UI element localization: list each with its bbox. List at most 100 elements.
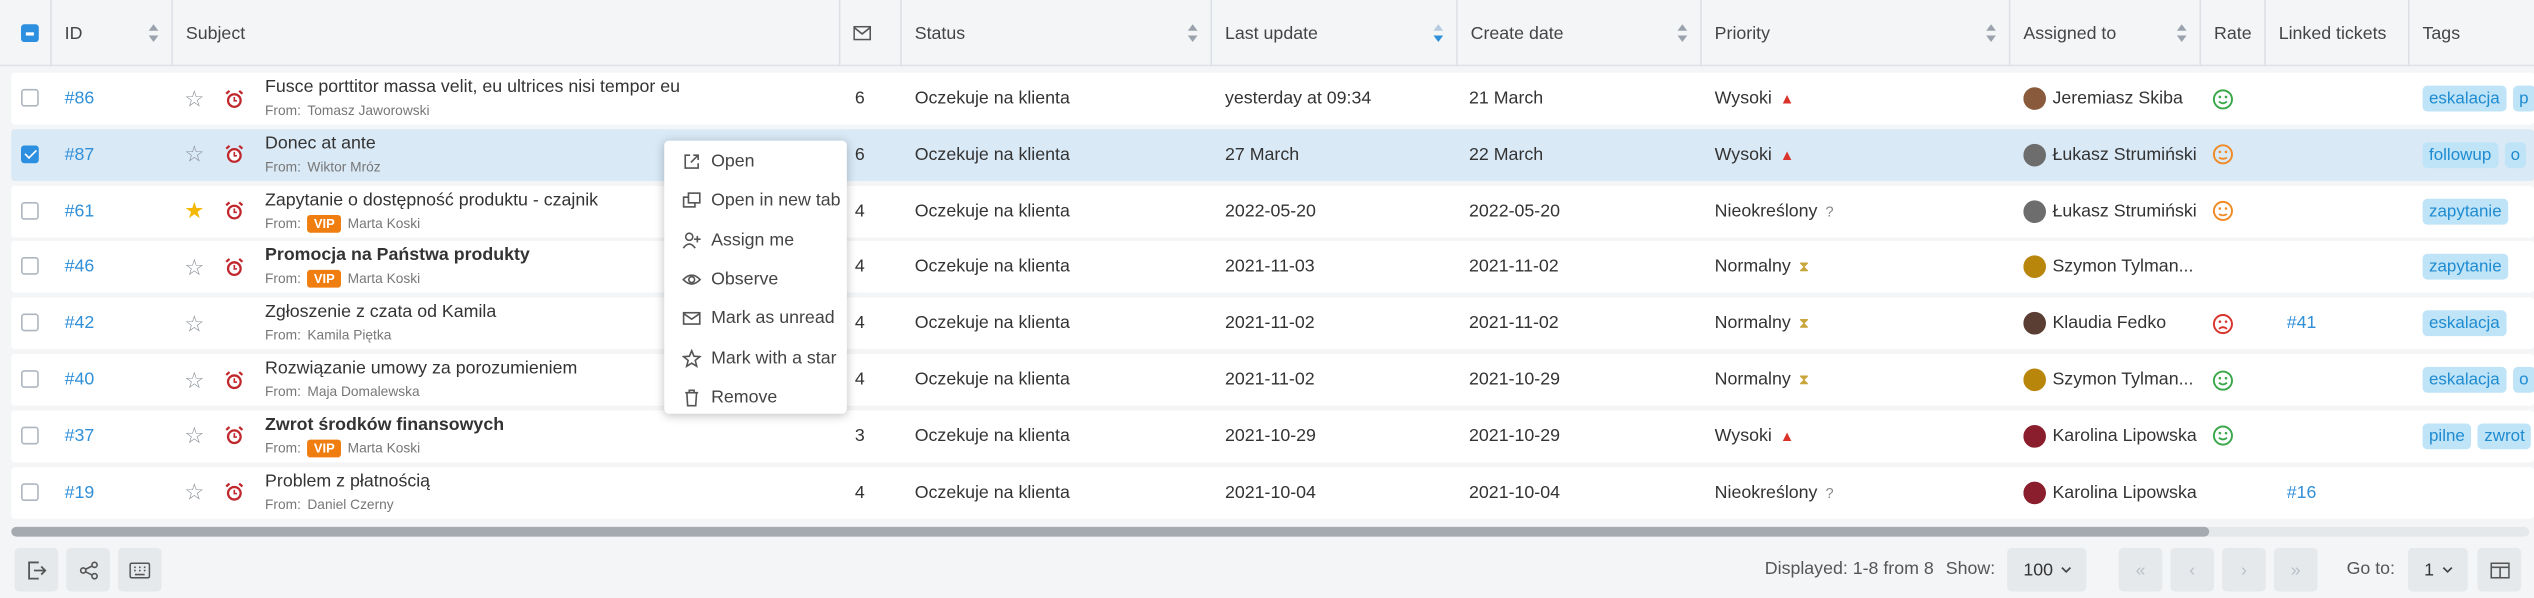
message-count: 4: [854, 370, 865, 390]
ticket-id-link[interactable]: #19: [65, 483, 95, 502]
ticket-id-link[interactable]: #87: [65, 145, 95, 164]
column-rate-label: Rate: [2214, 23, 2252, 43]
column-assigned-to[interactable]: Assigned to: [2010, 0, 2202, 67]
tag-badge[interactable]: o: [2504, 141, 2527, 168]
last-update-cell: 2021-10-04: [1225, 466, 1459, 518]
star-icon[interactable]: ☆: [184, 141, 204, 168]
siren-icon: ▲: [1779, 427, 1795, 445]
ticket-subject[interactable]: Rozwiązanie umowy za porozumieniem: [265, 359, 577, 380]
table-row[interactable]: #42 ☆ Zgłoszenie z czata od Kamila From: Kam…: [11, 297, 2534, 350]
row-checkbox[interactable]: [21, 257, 39, 276]
menu-item-open-in-new-tab[interactable]: Open in new tab: [664, 181, 847, 220]
column-messages[interactable]: [840, 0, 902, 67]
ticket-id-link[interactable]: #46: [65, 258, 95, 277]
linked-ticket-link[interactable]: #41: [2287, 314, 2317, 333]
export-button[interactable]: [14, 547, 59, 592]
table-row[interactable]: #86 ☆ Fusce porttitor massa velit, eu ultr…: [11, 72, 2534, 125]
scrollbar-thumb[interactable]: [11, 526, 2210, 537]
tag-badge[interactable]: followup: [2422, 141, 2498, 168]
tag-badge[interactable]: eskalacja: [2422, 85, 2507, 112]
keyboard-shortcuts-button[interactable]: [117, 547, 162, 592]
subject-cell[interactable]: Fusce porttitor massa velit, eu ultrices…: [265, 73, 847, 125]
prev-page-button[interactable]: ‹: [2170, 547, 2215, 592]
sort-icon: [148, 24, 160, 43]
star-icon[interactable]: ★: [184, 197, 204, 224]
column-rate[interactable]: Rate: [2201, 0, 2266, 67]
star-icon[interactable]: ☆: [184, 310, 204, 337]
row-checkbox[interactable]: [21, 370, 39, 388]
keyboard-icon: [129, 561, 151, 578]
star-icon[interactable]: ☆: [184, 85, 204, 112]
menu-item-assign-me[interactable]: Assign me: [664, 221, 847, 260]
ticket-subject[interactable]: Fusce porttitor massa velit, eu ultrices…: [265, 78, 680, 99]
goto-page-value: 1: [2424, 560, 2435, 580]
tag-badge[interactable]: pilne: [2422, 423, 2472, 449]
ticket-id-link[interactable]: #40: [65, 370, 95, 389]
subject-cell[interactable]: Zwrot środków finansowych From: VIP Marta K…: [265, 410, 847, 462]
star-icon[interactable]: ☆: [184, 479, 204, 506]
table-row[interactable]: #19 ☆ Problem z płatnością From: Daniel Czer…: [11, 466, 2534, 519]
row-checkbox[interactable]: [21, 426, 39, 445]
table-row[interactable]: #87 ☆ Donec at ante From: Wiktor Mróz 6 Oczeku…: [11, 128, 2534, 181]
first-page-button[interactable]: «: [2118, 547, 2163, 592]
ticket-from: From: Maja Domalewska: [265, 383, 420, 401]
tag-badge[interactable]: o: [2512, 366, 2534, 393]
row-checkbox[interactable]: [21, 201, 39, 220]
row-checkbox[interactable]: [21, 482, 39, 501]
linked-ticket-link[interactable]: #16: [2287, 483, 2317, 502]
menu-item-mark-with-a-star[interactable]: Mark with a star: [664, 339, 847, 378]
column-priority[interactable]: Priority: [1702, 0, 2011, 67]
column-last-update[interactable]: Last update: [1212, 0, 1458, 67]
ticket-subject[interactable]: Promocja na Państwa produkty: [265, 246, 530, 267]
column-tags[interactable]: Tags: [2410, 0, 2534, 66]
column-linked[interactable]: Linked tickets: [2266, 0, 2410, 67]
tag-badge[interactable]: zapytanie: [2422, 254, 2509, 281]
ticket-subject[interactable]: Zwrot środków finansowych: [265, 415, 504, 436]
table-row[interactable]: #37 ☆ Zwrot środków finansowych From: VIP Mar…: [11, 410, 2534, 462]
tag-badge[interactable]: eskalacja: [2422, 310, 2507, 337]
avatar: [2023, 480, 2046, 504]
table-row[interactable]: #61 ★ Zapytanie o dostępność produktu - cz…: [11, 185, 2534, 237]
page-size-select[interactable]: 100: [2007, 547, 2087, 592]
column-status[interactable]: Status: [902, 0, 1213, 67]
tag-badge[interactable]: zwrot: [2477, 423, 2532, 449]
tickets-view: ID Subject Status Last update Create dat…: [0, 0, 2534, 598]
next-page-button[interactable]: ›: [2222, 547, 2266, 592]
star-icon[interactable]: ☆: [184, 366, 204, 393]
last-page-button[interactable]: »: [2273, 547, 2318, 592]
alarm-clock-icon: [225, 426, 244, 445]
menu-item-observe[interactable]: Observe: [664, 260, 847, 299]
tag-badge[interactable]: eskalacja: [2422, 366, 2507, 393]
ticket-id-link[interactable]: #86: [65, 89, 95, 108]
row-checkbox[interactable]: [21, 145, 39, 163]
subject-cell[interactable]: Problem z płatnością From: Daniel Czerny: [265, 466, 847, 518]
tag-badge[interactable]: zapytanie: [2422, 198, 2509, 224]
menu-item-mark-as-unread[interactable]: Mark as unread: [664, 299, 847, 338]
goto-page-select[interactable]: 1: [2407, 547, 2468, 592]
menu-item-open[interactable]: Open: [664, 142, 847, 181]
table-row[interactable]: #40 ☆ Rozwiązanie umowy za porozumieniem Fr…: [11, 353, 2534, 406]
columns-layout-button[interactable]: [2477, 547, 2522, 592]
menu-item-remove[interactable]: Remove: [664, 378, 847, 417]
share-button[interactable]: [66, 547, 110, 592]
row-checkbox[interactable]: [21, 313, 39, 332]
horizontal-scrollbar[interactable]: [11, 526, 2530, 537]
ticket-status: Oczekuje na klienta: [914, 145, 1070, 165]
ticket-subject[interactable]: Zapytanie o dostępność produktu - czajni…: [265, 190, 598, 211]
ticket-id-link[interactable]: #61: [65, 201, 95, 220]
ticket-subject[interactable]: Zgłoszenie z czata od Kamila: [265, 303, 496, 324]
column-create-date[interactable]: Create date: [1458, 0, 1702, 67]
tag-badge[interactable]: p: [2512, 85, 2534, 112]
ticket-subject[interactable]: Donec at ante: [265, 134, 376, 155]
column-subject[interactable]: Subject: [173, 0, 841, 67]
select-all-checkbox[interactable]: [21, 24, 39, 43]
ticket-subject[interactable]: Problem z płatnością: [265, 471, 430, 492]
star-icon[interactable]: ☆: [184, 254, 204, 281]
column-id[interactable]: ID: [52, 0, 173, 67]
external-link-icon: [684, 154, 699, 170]
table-row[interactable]: #46 ☆ Promocja na Państwa produkty From: VIP…: [11, 241, 2534, 294]
ticket-id-link[interactable]: #37: [65, 426, 95, 445]
ticket-id-link[interactable]: #42: [65, 314, 95, 333]
row-checkbox[interactable]: [21, 88, 39, 107]
star-icon[interactable]: ☆: [184, 422, 204, 449]
